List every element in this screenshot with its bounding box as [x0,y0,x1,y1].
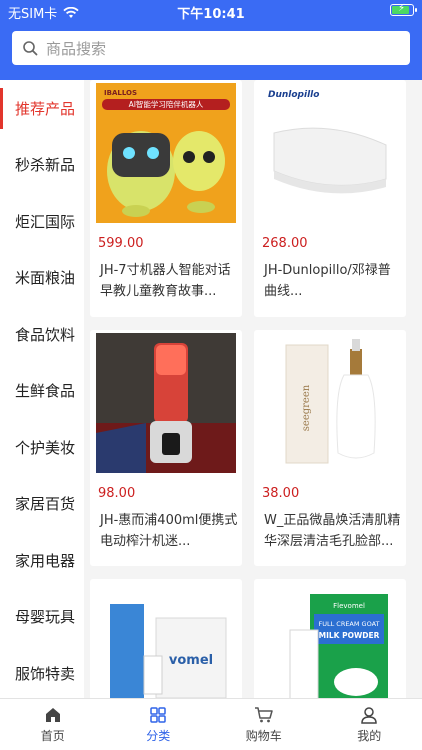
product-price: 38.00 [262,486,300,501]
product-image-blender [96,333,236,473]
search-icon [23,41,38,56]
sidebar-item-home-goods[interactable]: 家居百货 [0,476,84,533]
product-title: JH-惠而浦400ml便携式电动榨汁机迷... [100,513,238,549]
product-card[interactable]: 98.00 JH-惠而浦400ml便携式电动榨汁机迷... [90,330,242,566]
product-card[interactable]: vomel [90,579,242,698]
product-image-pillow: Dunlopillo [260,83,400,223]
tab-label: 首页 [40,728,65,743]
sidebar-item-label: 米面粮油 [15,269,76,288]
product-brand: Flevomel [333,602,365,610]
sidebar-item-label: 服饰特卖 [15,664,76,683]
product-label-line2: MILK POWDER [319,631,380,640]
product-price: 98.00 [98,486,136,501]
product-image-milk: vomel [96,582,236,698]
product-image-serum: seegreen [260,333,400,473]
sidebar-item-recommended[interactable]: 推荐产品 [0,80,84,137]
product-card[interactable]: IBALLOS AI智能学习陪伴机器人 599.00 JH-7寸机器人智能对话早… [90,80,242,317]
sidebar-item-label: 母婴玩具 [15,608,76,627]
sidebar-item-label: 推荐产品 [15,99,76,118]
product-grid: IBALLOS AI智能学习陪伴机器人 599.00 JH-7寸机器人智能对话早… [84,80,422,698]
product-banner: AI智能学习陪伴机器人 [129,99,204,109]
user-icon [361,706,378,724]
product-image-robot: IBALLOS AI智能学习陪伴机器人 [96,83,236,223]
sidebar-item-juhui-international[interactable]: 炬汇国际 [0,193,84,250]
product-card[interactable]: Flevomel FULL CREAM GOAT MILK POWDER [254,579,406,698]
sidebar-item-label: 个护美妆 [15,438,76,457]
tab-bar: 首页 分类 购物车 我的 [0,698,422,750]
tab-label: 分类 [146,728,171,743]
header: 无SIM卡 下午10:41 ⚡ 商品搜索 [0,0,422,80]
product-brand: vomel [169,653,213,668]
sidebar-item-appliances[interactable]: 家用电器 [0,532,84,589]
tab-label: 我的 [357,728,382,743]
product-price: 268.00 [262,236,308,251]
product-brand: IBALLOS [104,89,137,97]
product-card[interactable]: Dunlopillo 268.00 JH-Dunlopillo/邓禄普曲线... [254,80,406,317]
sidebar-item-label: 食品饮料 [15,325,76,344]
sidebar-item-beauty[interactable]: 个护美妆 [0,419,84,476]
clock: 下午10:41 [177,7,245,22]
product-title: W_正品微晶焕活清肌精华深层清洁毛孔脸部... [264,513,401,549]
battery-icon: ⚡ [390,3,417,16]
sidebar-item-fresh-food[interactable]: 生鲜食品 [0,363,84,420]
sidebar-item-grain-oil[interactable]: 米面粮油 [0,250,84,307]
sidebar-item-label: 生鲜食品 [15,382,76,401]
sidebar-item-label: 炬汇国际 [15,212,76,231]
product-title: JH-Dunlopillo/邓禄普曲线... [264,263,391,299]
product-card[interactable]: seegreen 38.00 W_正品微晶焕活清肌精华深层清洁毛孔脸部... [254,330,406,566]
home-icon [45,707,60,722]
sidebar-item-flash-sale[interactable]: 秒杀新品 [0,137,84,194]
tab-profile[interactable]: 我的 [317,699,422,750]
sidebar-item-label: 家居百货 [15,495,76,514]
product-brand: seegreen [301,384,312,431]
product-label-line1: FULL CREAM GOAT [318,620,379,628]
sidebar-item-food-drinks[interactable]: 食品饮料 [0,306,84,363]
tab-cart[interactable]: 购物车 [211,699,317,750]
search-placeholder: 商品搜索 [46,39,107,58]
product-image-milk-powder: Flevomel FULL CREAM GOAT MILK POWDER [260,582,400,698]
cart-icon [254,706,273,722]
category-icon [150,706,166,723]
tab-home[interactable]: 首页 [0,699,106,750]
tab-category[interactable]: 分类 [106,699,212,750]
product-price: 599.00 [98,236,144,251]
tab-label: 购物车 [245,728,282,743]
category-sidebar: 推荐产品 秒杀新品 炬汇国际 米面粮油 食品饮料 生鲜食品 个护美妆 家居百货 … [0,80,84,698]
status-bar: 无SIM卡 下午10:41 ⚡ [0,0,422,22]
search-input[interactable]: 商品搜索 [12,31,410,65]
product-brand: Dunlopillo [268,90,319,100]
sidebar-item-label: 秒杀新品 [15,156,76,175]
sidebar-item-baby-toys[interactable]: 母婴玩具 [0,589,84,646]
sidebar-item-label: 家用电器 [15,551,76,570]
sidebar-item-apparel[interactable]: 服饰特卖 [0,645,84,702]
product-title: JH-7寸机器人智能对话早教儿童教育故事... [100,263,231,299]
